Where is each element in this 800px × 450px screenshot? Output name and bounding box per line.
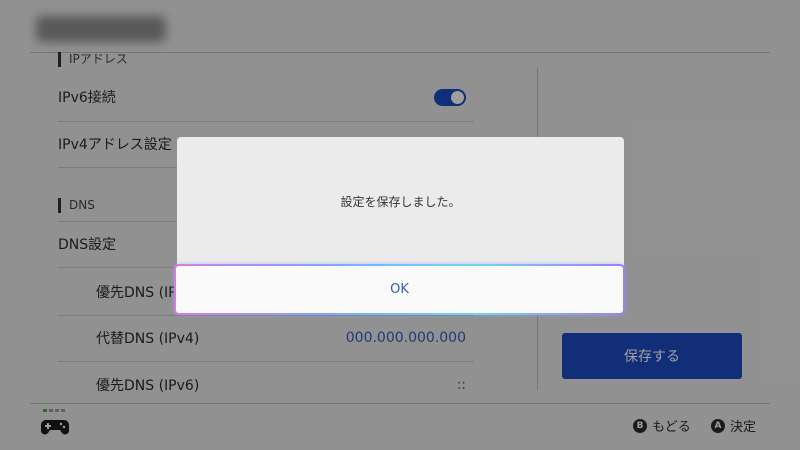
- dialog-message: 設定を保存しました。: [340, 194, 461, 209]
- ok-button[interactable]: OK: [174, 264, 625, 315]
- save-complete-dialog: 設定を保存しました。 OK: [174, 137, 625, 315]
